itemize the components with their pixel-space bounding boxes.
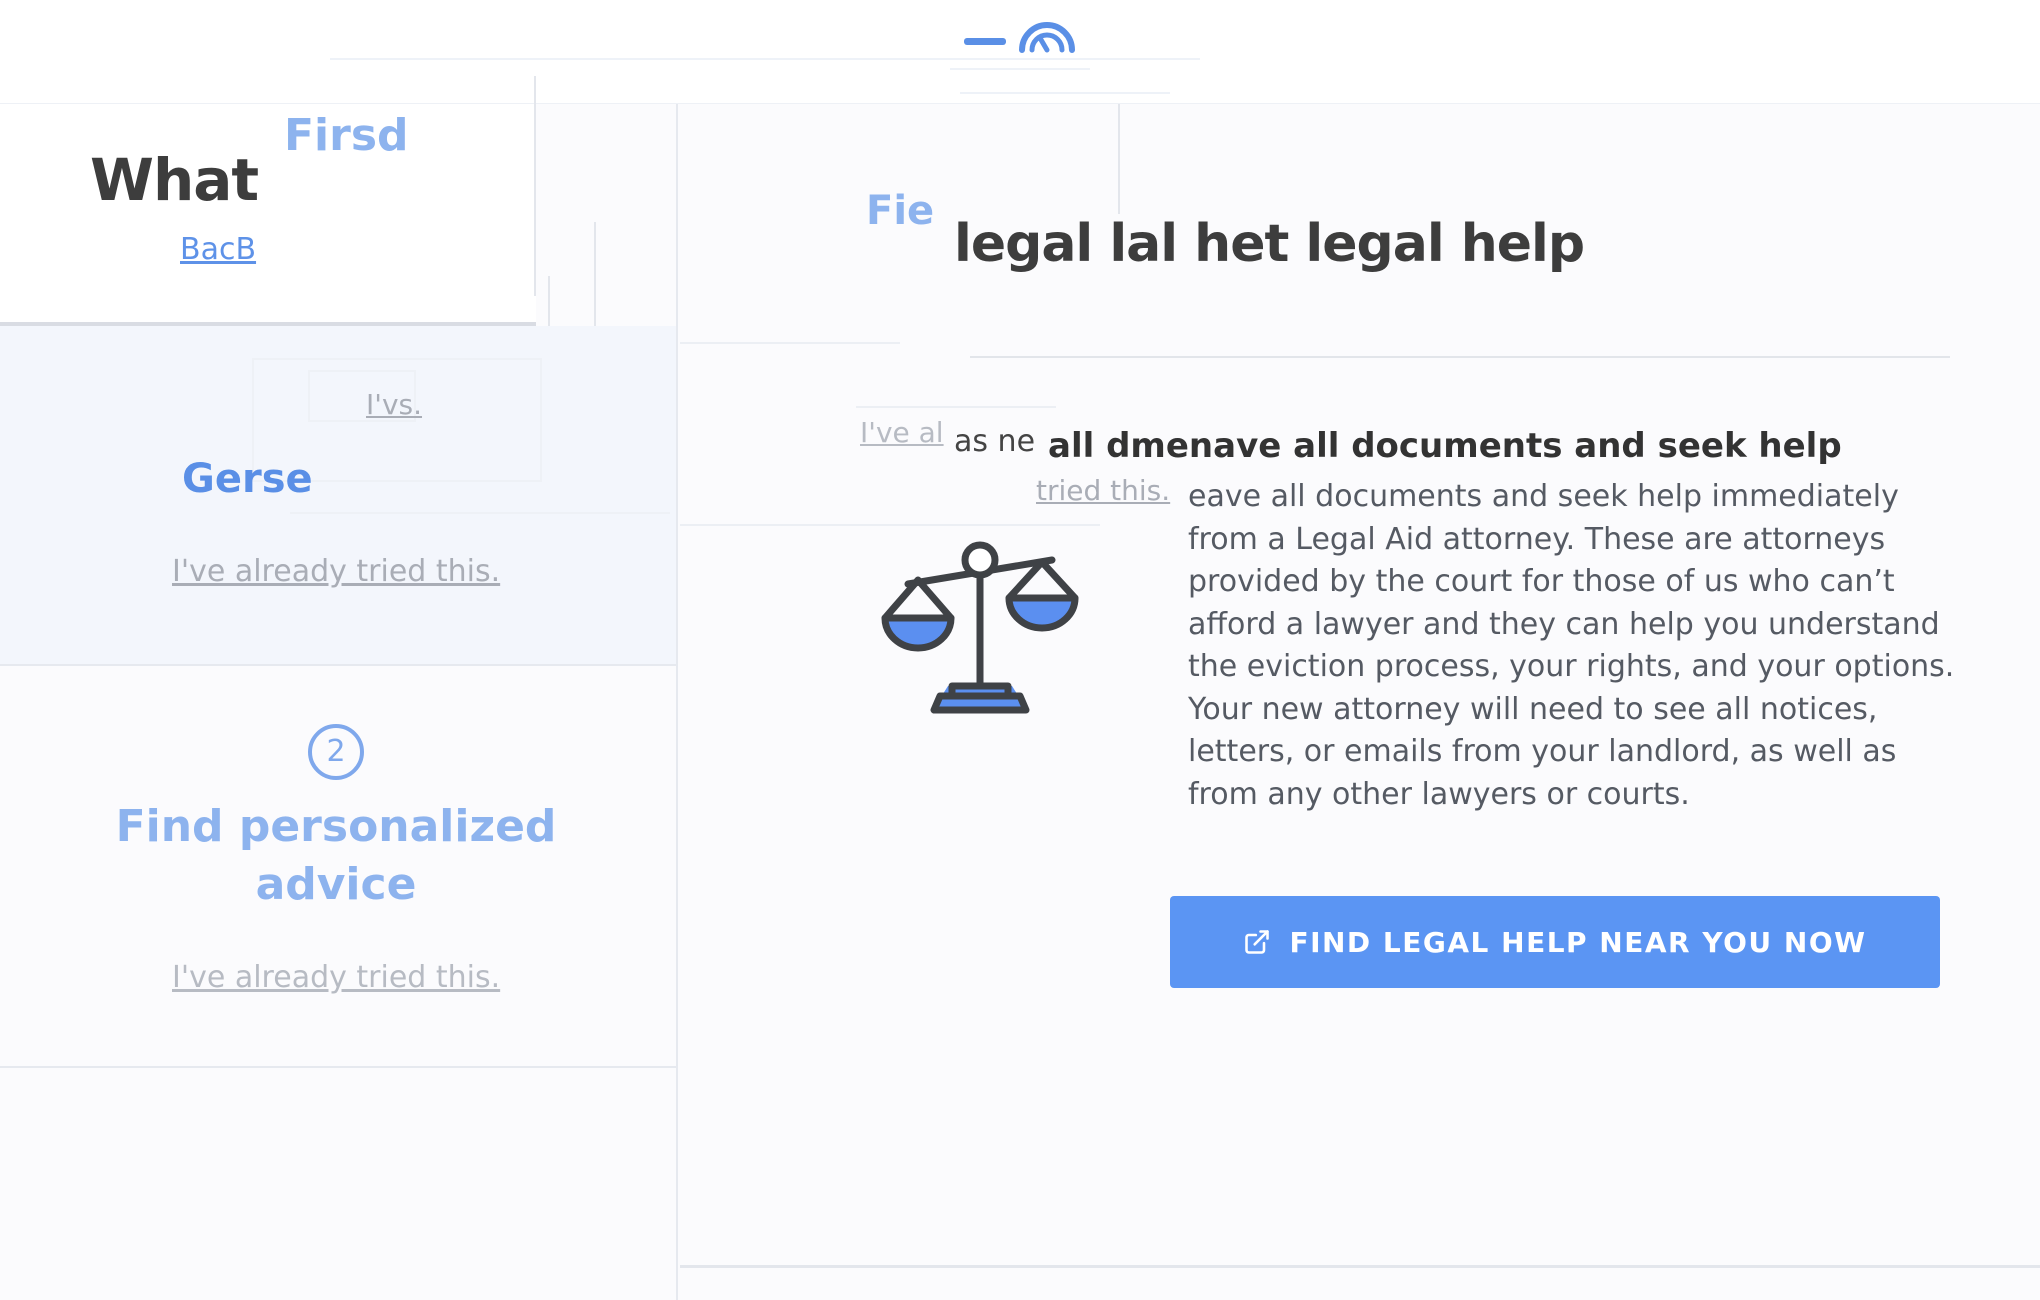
page-title: legal lal het legal help: [954, 214, 1585, 274]
ghost-divider: [680, 524, 1100, 526]
app-logo[interactable]: [964, 18, 1084, 58]
option-description: eave all documents and seek help immedia…: [1188, 479, 1955, 812]
steps-sidebar: Firsd What BacB I'vs. Gerse I've already…: [0, 76, 678, 1300]
ghost-divider: [1118, 104, 1120, 214]
ghost-divider: [960, 92, 1170, 94]
gauge-logo-icon: [1019, 22, 1075, 53]
main-content: Fie legal lal het legal help I've al as …: [680, 104, 2040, 1268]
external-link-icon: [1245, 930, 1270, 954]
sidebar-header-card: Firsd What BacB: [0, 104, 536, 326]
top-bar: [0, 0, 2040, 104]
step-1-title: Gerse: [182, 456, 313, 502]
option-heading: all dmenave all documents and seek help: [1048, 426, 1842, 466]
ghost-text-fragment: as ne: [954, 424, 1036, 459]
ghost-tried-link: I'vs.: [366, 388, 423, 421]
step-1-panel[interactable]: I'vs. Gerse I've already tried this.: [0, 326, 676, 666]
find-legal-help-button[interactable]: FIND LEGAL HELP NEAR YOU NOW: [1170, 896, 1940, 988]
sidebar-heading: What: [90, 146, 259, 214]
ghost-divider: [680, 342, 900, 344]
ghost-tried-link: tried this.: [1036, 474, 1171, 507]
ghost-divider: [330, 58, 1200, 60]
ghost-tried-link: I've al: [860, 416, 944, 449]
find-legal-help-label: FIND LEGAL HELP NEAR YOU NOW: [1289, 925, 1867, 959]
already-tried-link[interactable]: I've already tried this.: [172, 554, 500, 589]
ghost-divider: [856, 406, 1056, 408]
step-number-badge: 2: [308, 724, 364, 780]
step-2-title: Find personalized advice: [115, 801, 557, 910]
ghost-divider: [290, 508, 670, 514]
scales-of-justice-icon: [880, 538, 1080, 742]
ghost-heading: Firsd: [284, 110, 409, 161]
ghost-divider: [534, 76, 536, 296]
step-2-panel[interactable]: 2 Find personalized advice I've already …: [0, 668, 676, 1068]
title-divider: [970, 356, 1950, 358]
already-tried-link[interactable]: I've already tried this.: [172, 960, 500, 995]
ghost-step-title: Fie: [866, 188, 935, 234]
ghost-divider: [950, 68, 1090, 70]
back-link[interactable]: BacB: [180, 232, 256, 267]
logo-dash: [964, 38, 1006, 45]
